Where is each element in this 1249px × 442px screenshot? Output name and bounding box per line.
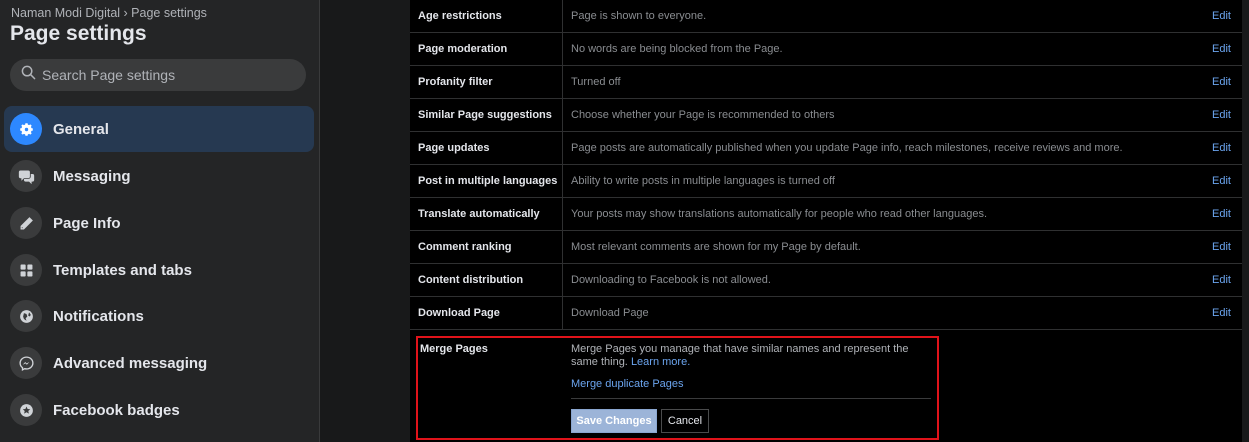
sidebar-item-label: Messaging <box>53 167 131 185</box>
settings-row-page-moderation: Page moderation No words are being block… <box>410 33 1242 66</box>
row-label: Page updates <box>418 142 490 154</box>
row-label: Profanity filter <box>418 76 493 88</box>
main-content: Age restrictions Page is shown to everyo… <box>320 0 1249 442</box>
edit-link[interactable]: Edit <box>1212 307 1231 319</box>
cancel-button[interactable]: Cancel <box>661 409 709 433</box>
breadcrumb[interactable]: Naman Modi Digital › Page settings <box>11 6 207 20</box>
settings-row-profanity-filter: Profanity filter Turned off Edit <box>410 66 1242 99</box>
sidebar: Naman Modi Digital › Page settings Page … <box>0 0 320 442</box>
row-value: Most relevant comments are shown for my … <box>571 241 861 253</box>
edit-link[interactable]: Edit <box>1212 274 1231 286</box>
edit-link[interactable]: Edit <box>1212 241 1231 253</box>
row-value: Page is shown to everyone. <box>571 10 707 22</box>
sidebar-item-label: Page Info <box>53 214 121 232</box>
gear-icon <box>10 113 42 145</box>
settings-row-download-page: Download Page Download Page Edit <box>410 297 1242 330</box>
settings-row-age-restrictions: Age restrictions Page is shown to everyo… <box>410 0 1242 33</box>
merge-description-text: Merge Pages you manage that have similar… <box>571 343 909 368</box>
divider <box>571 398 931 399</box>
row-value: Download Page <box>571 307 649 319</box>
row-value: Choose whether your Page is recommended … <box>571 109 835 121</box>
settings-row-content-distribution: Content distribution Downloading to Face… <box>410 264 1242 297</box>
page-title: Page settings <box>10 22 147 45</box>
row-divider <box>562 0 563 32</box>
row-label: Translate automatically <box>418 208 540 220</box>
merge-duplicate-pages-link[interactable]: Merge duplicate Pages <box>571 378 684 390</box>
save-changes-button[interactable]: Save Changes <box>571 409 657 433</box>
sidebar-item-advanced-messaging[interactable]: Advanced messaging <box>4 340 314 386</box>
sidebar-item-messaging[interactable]: Messaging <box>4 153 314 199</box>
edit-link[interactable]: Edit <box>1212 10 1231 22</box>
learn-more-link[interactable]: Learn more. <box>631 356 690 368</box>
edit-link[interactable]: Edit <box>1212 109 1231 121</box>
sidebar-item-label: Advanced messaging <box>53 354 208 372</box>
pencil-icon <box>10 207 42 239</box>
row-value: Ability to write posts in multiple langu… <box>571 175 835 187</box>
row-divider <box>562 231 563 263</box>
settings-row-comment-ranking: Comment ranking Most relevant comments a… <box>410 231 1242 264</box>
edit-link[interactable]: Edit <box>1212 175 1231 187</box>
edit-link[interactable]: Edit <box>1212 208 1231 220</box>
row-label: Content distribution <box>418 274 524 286</box>
chat-bubbles-icon <box>10 160 42 192</box>
sidebar-item-label: General <box>53 120 109 138</box>
settings-row-page-updates: Page updates Page posts are automaticall… <box>410 132 1242 165</box>
edit-link[interactable]: Edit <box>1212 43 1231 55</box>
row-divider <box>562 297 563 329</box>
search-icon <box>21 65 36 85</box>
settings-row-translate-automatically: Translate automatically Your posts may s… <box>410 198 1242 231</box>
settings-table: Age restrictions Page is shown to everyo… <box>410 0 1242 442</box>
merge-pages-panel: Merge Pages Merge Pages you manage that … <box>416 336 939 440</box>
edit-link[interactable]: Edit <box>1212 76 1231 88</box>
row-value: No words are being blocked from the Page… <box>571 43 783 55</box>
sidebar-item-notifications[interactable]: Notifications <box>4 293 314 339</box>
sidebar-item-templates[interactable]: Templates and tabs <box>4 247 314 293</box>
row-label: Download Page <box>418 307 500 319</box>
row-divider <box>562 198 563 230</box>
settings-row-similar-page-suggestions: Similar Page suggestions Choose whether … <box>410 99 1242 132</box>
row-label: Comment ranking <box>418 241 512 253</box>
row-value: Page posts are automatically published w… <box>571 142 1123 154</box>
row-divider <box>562 66 563 98</box>
grid-icon <box>10 254 42 286</box>
sidebar-item-label: Templates and tabs <box>53 261 192 279</box>
row-value: Downloading to Facebook is not allowed. <box>571 274 771 286</box>
globe-icon <box>10 300 42 332</box>
sidebar-item-label: Notifications <box>53 307 144 325</box>
row-label: Age restrictions <box>418 10 502 22</box>
star-badge-icon <box>10 394 42 426</box>
row-label: Similar Page suggestions <box>418 109 552 121</box>
settings-row-post-in-multiple-languages: Post in multiple languages Ability to wr… <box>410 165 1242 198</box>
sidebar-item-label: Facebook badges <box>53 401 180 419</box>
row-divider <box>562 165 563 197</box>
sidebar-item-general[interactable]: General <box>4 106 314 152</box>
row-divider <box>562 99 563 131</box>
row-divider <box>562 132 563 164</box>
sidebar-item-facebook-badges[interactable]: Facebook badges <box>4 387 314 433</box>
row-value: Turned off <box>571 76 621 88</box>
row-label: Page moderation <box>418 43 508 55</box>
sidebar-item-page-info[interactable]: Page Info <box>4 200 314 246</box>
search-input[interactable] <box>42 67 292 83</box>
row-divider <box>562 33 563 65</box>
search-box[interactable] <box>10 59 306 91</box>
row-label: Post in multiple languages <box>418 175 558 187</box>
messenger-icon <box>10 347 42 379</box>
merge-pages-description: Merge Pages you manage that have similar… <box>571 343 921 369</box>
edit-link[interactable]: Edit <box>1212 142 1231 154</box>
merge-pages-label: Merge Pages <box>420 343 488 355</box>
row-divider <box>562 264 563 296</box>
row-value: Your posts may show translations automat… <box>571 208 988 220</box>
